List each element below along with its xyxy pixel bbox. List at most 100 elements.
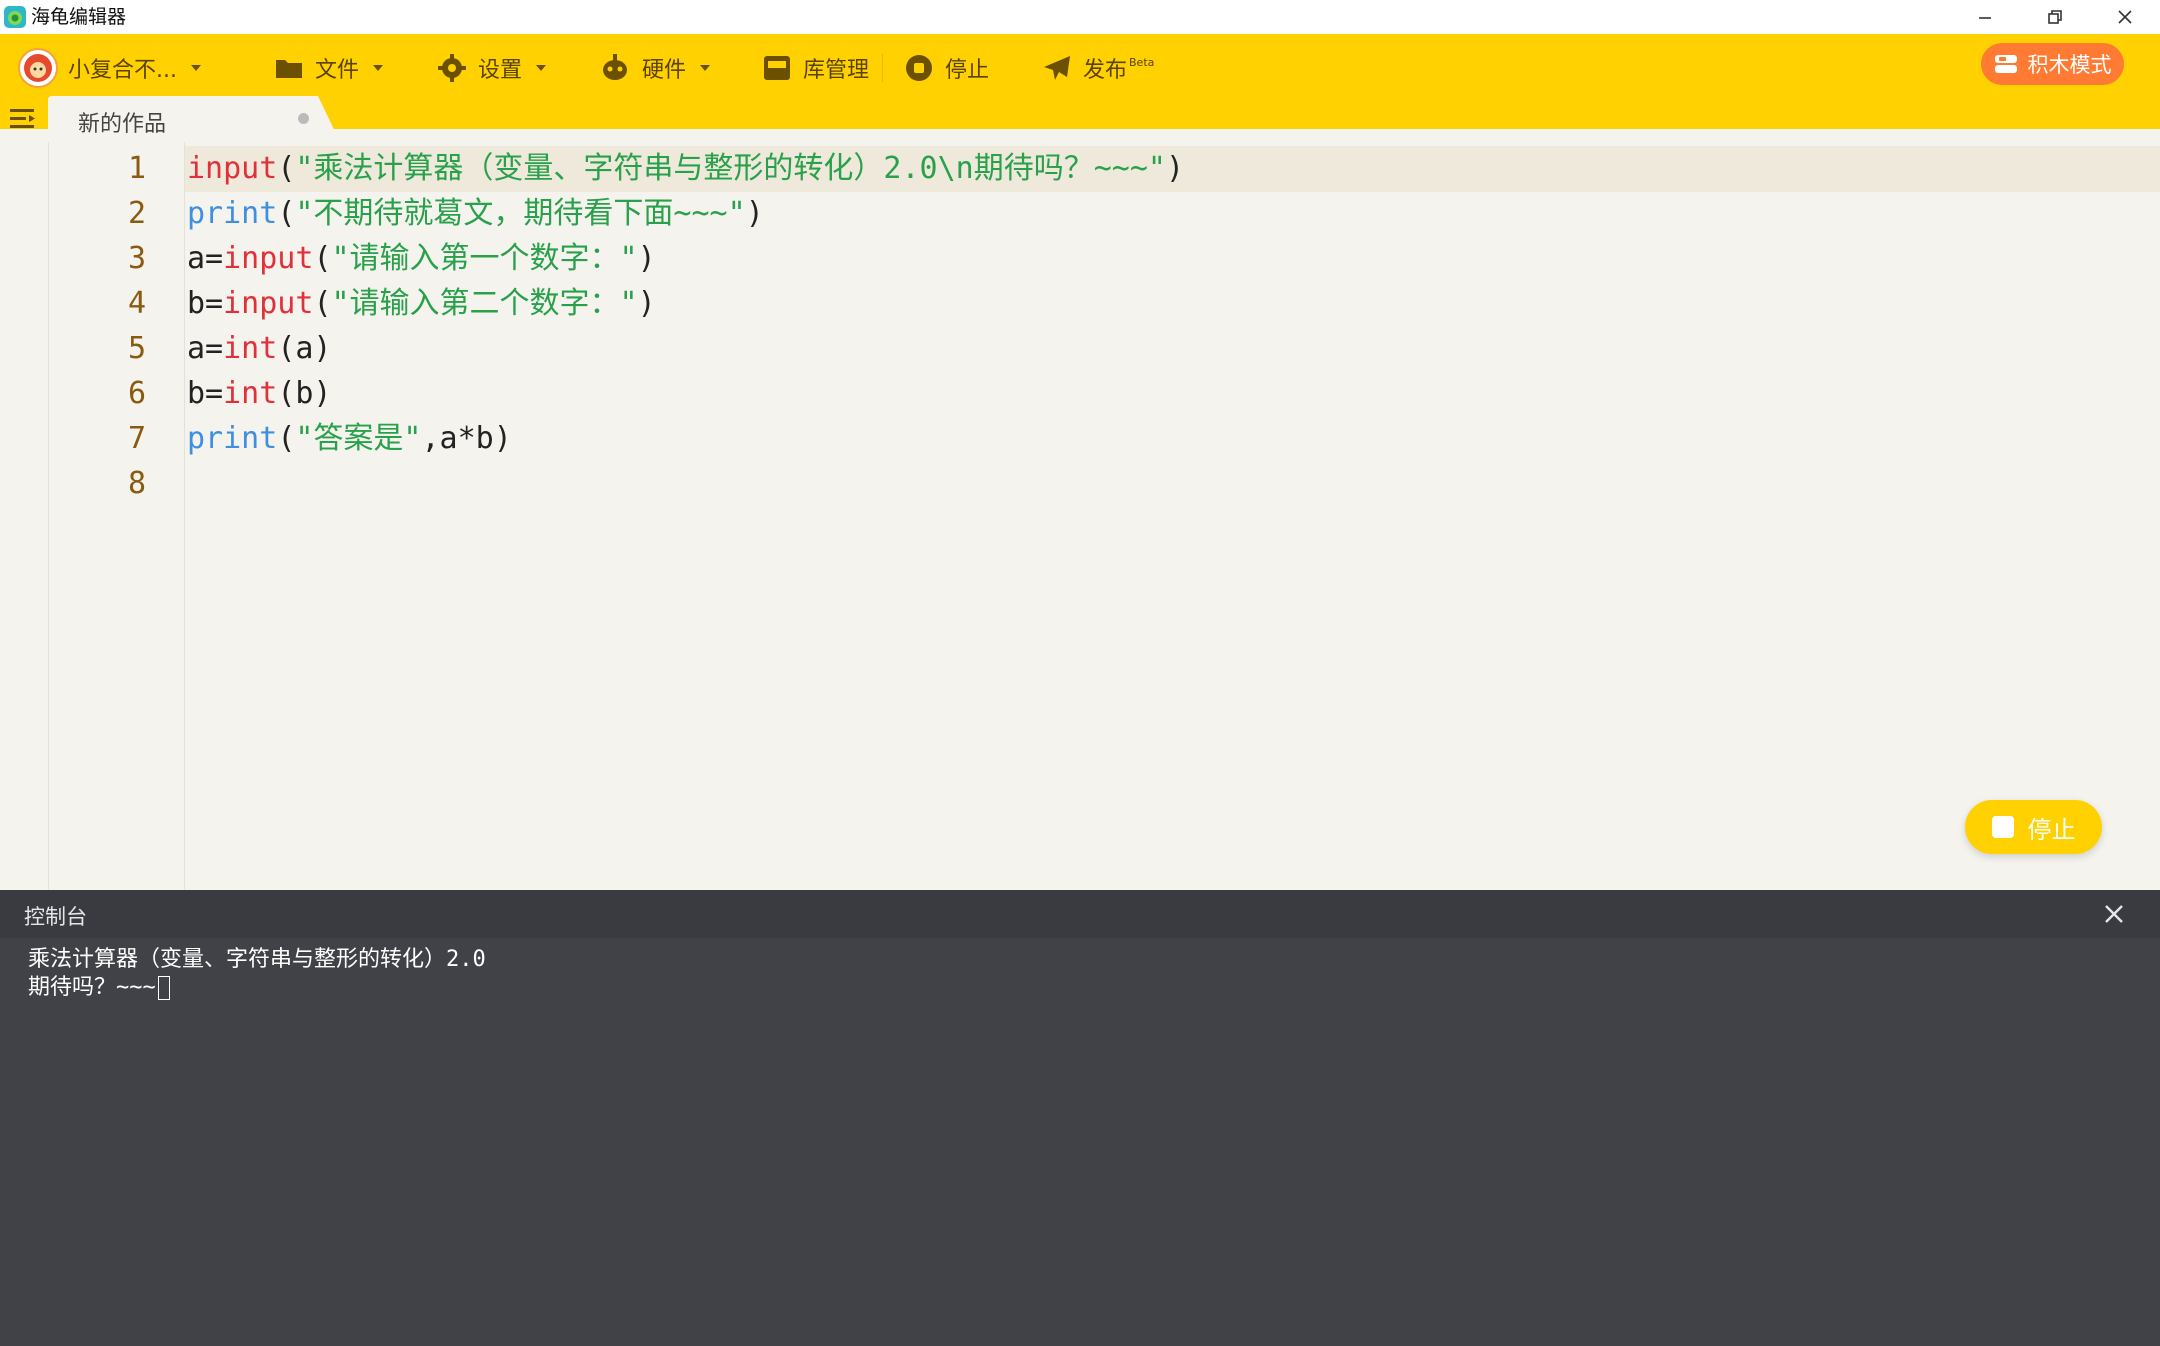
stop-square-icon (1991, 816, 2014, 838)
editor-side-gutter (0, 142, 49, 890)
restore-icon (2048, 10, 2062, 24)
user-menu[interactable]: 小复合不... (18, 48, 201, 88)
console-header: 控制台 (0, 890, 2160, 938)
chevron-down-icon (536, 65, 547, 71)
line-number: 4 (127, 286, 146, 321)
code-token: ) (637, 286, 656, 321)
code-token: ( (277, 151, 296, 186)
code-line[interactable]: a=input("请输入第一个数字：") (187, 236, 656, 281)
code-line[interactable]: b=input("请输入第二个数字：") (187, 281, 656, 326)
code-line[interactable]: print("答案是",a*b) (187, 416, 512, 461)
code-token: b= (187, 376, 224, 411)
settings-menu[interactable]: 设置 (438, 48, 547, 88)
beta-badge: Beta (1129, 55, 1155, 69)
console-line-text: 期待吗？~~~ (28, 975, 156, 1000)
user-name: 小复合不... (68, 58, 177, 83)
code-line[interactable]: a=int(a) (187, 326, 332, 371)
console-title: 控制台 (24, 905, 87, 929)
tab-new-work[interactable]: 新的作品 (48, 96, 340, 142)
app-logo-icon (4, 6, 26, 28)
stop-button[interactable]: 停止 (905, 48, 989, 88)
code-token: ) (1166, 151, 1185, 186)
paper-plane-icon (1043, 55, 1071, 81)
robot-icon (600, 54, 630, 82)
publish-button[interactable]: 发布 Beta (1043, 48, 1154, 88)
tab-label: 新的作品 (78, 112, 167, 137)
gear-icon (438, 54, 466, 82)
code-token: ( (313, 241, 332, 276)
file-menu[interactable]: 文件 (275, 48, 384, 88)
line-number: 1 (127, 151, 146, 186)
code-token: (a) (277, 331, 332, 366)
code-token: "不期待就葛文，期待看下面~~~" (295, 196, 746, 231)
avatar (18, 48, 58, 88)
menu-icon (10, 109, 35, 128)
text-cursor (157, 976, 170, 1000)
code-token: int (223, 331, 278, 366)
line-number: 8 (127, 466, 146, 501)
close-icon (2118, 10, 2132, 24)
line-number: 7 (127, 421, 146, 456)
window-title: 海龟编辑器 (31, 6, 127, 28)
folder-icon (275, 56, 303, 80)
stop-icon (905, 54, 933, 82)
chevron-down-icon (190, 65, 201, 71)
restore-button[interactable] (2020, 0, 2090, 34)
stop-label: 停止 (945, 58, 990, 83)
settings-menu-label: 设置 (478, 58, 523, 83)
user-avatar-icon (24, 54, 52, 82)
code-token: input (223, 286, 314, 321)
code-token: ) (745, 196, 764, 231)
code-token: input (187, 151, 278, 186)
minimize-button[interactable] (1950, 0, 2020, 34)
code-token: "请输入第二个数字：" (331, 286, 638, 321)
code-line[interactable]: input("乘法计算器（变量、字符串与整形的转化）2.0\n期待吗？~~~") (187, 146, 1184, 191)
code-token: print (187, 421, 278, 456)
chevron-down-icon (700, 65, 711, 71)
code-token: (b) (277, 376, 332, 411)
code-token: "答案是" (295, 421, 422, 456)
floating-stop-label: 停止 (2027, 815, 2076, 844)
toolbar-divider (882, 54, 883, 82)
line-number: 5 (127, 331, 146, 366)
console-output[interactable]: 乘法计算器（变量、字符串与整形的转化）2.0 期待吗？~~~ (0, 938, 2160, 1346)
code-token: ( (277, 421, 296, 456)
blocks-icon (1994, 54, 2018, 74)
code-token: input (223, 241, 314, 276)
code-token: ( (313, 286, 332, 321)
line-number: 2 (127, 196, 146, 231)
blocks-mode-label: 积木模式 (2027, 53, 2112, 77)
console-line: 乘法计算器（变量、字符串与整形的转化）2.0 (28, 947, 486, 972)
code-token: "乘法计算器（变量、字符串与整形的转化）2.0\n期待吗？~~~" (295, 151, 1166, 186)
line-number: 3 (127, 241, 146, 276)
code-token: b= (187, 286, 224, 321)
inbox-icon (763, 55, 791, 81)
floating-stop-button[interactable]: 停止 (1965, 800, 2102, 854)
sidebar-toggle-button[interactable] (8, 104, 38, 134)
close-console-icon[interactable] (2100, 900, 2128, 928)
title-bar: 海龟编辑器 (0, 0, 2160, 34)
code-token: ) (637, 241, 656, 276)
code-token: ( (277, 196, 296, 231)
code-token: "请输入第一个数字：" (331, 241, 638, 276)
hardware-menu[interactable]: 硬件 (600, 48, 711, 88)
library-manager-button[interactable]: 库管理 (763, 48, 869, 88)
code-editor[interactable]: 12345678 input("乘法计算器（变量、字符串与整形的转化）2.0\n… (0, 142, 2160, 890)
blocks-mode-button[interactable]: 积木模式 (1981, 43, 2124, 85)
code-token: a= (187, 331, 224, 366)
unsaved-dot-icon (298, 113, 309, 124)
code-line[interactable]: b=int(b) (187, 371, 332, 416)
line-number: 6 (127, 376, 146, 411)
code-token: ,a*b) (421, 421, 512, 456)
code-token: int (223, 376, 278, 411)
close-button[interactable] (2090, 0, 2160, 34)
chevron-down-icon (373, 65, 384, 71)
hardware-menu-label: 硬件 (642, 58, 687, 83)
publish-label: 发布 (1083, 58, 1128, 83)
code-line[interactable]: print("不期待就葛文，期待看下面~~~") (187, 191, 764, 236)
minimize-icon (1979, 17, 1991, 19)
library-manager-label: 库管理 (803, 58, 870, 83)
console-line-input[interactable]: 期待吗？~~~ (28, 974, 170, 1002)
code-token: a= (187, 241, 224, 276)
file-menu-label: 文件 (315, 58, 360, 83)
